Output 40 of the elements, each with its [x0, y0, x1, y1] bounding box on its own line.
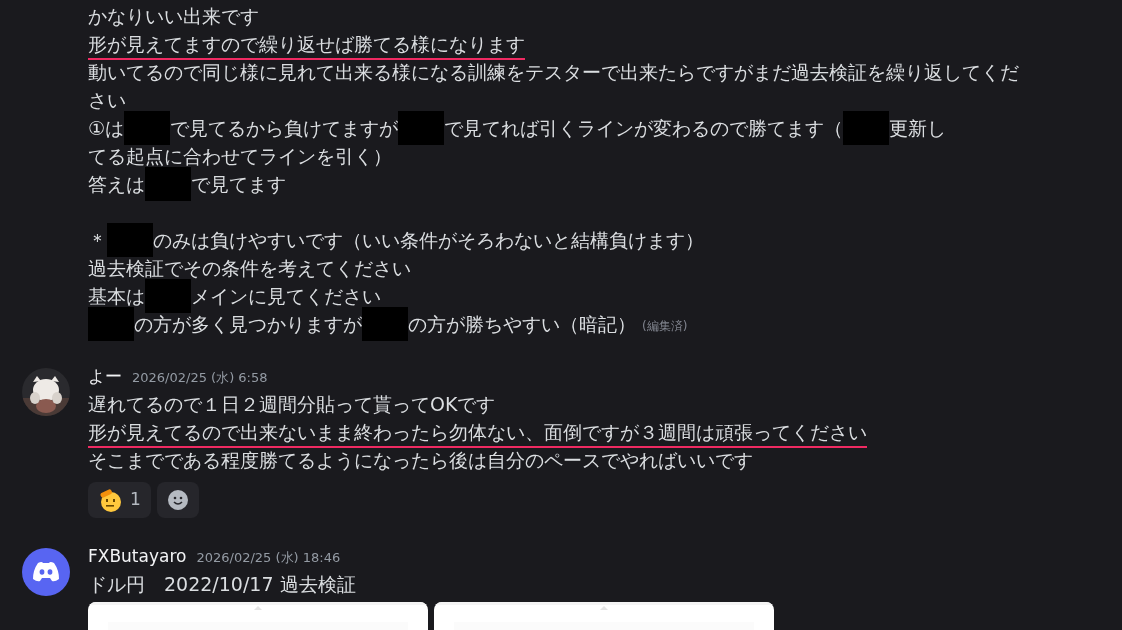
message-text: かなりいい出来です: [88, 3, 259, 29]
redaction-box: [145, 279, 191, 313]
message-text: 形が見えてるので出来ないまま終わったら勿体ない、面倒ですが３週間は頑張ってください: [88, 419, 867, 445]
timestamp: 2026/02/25 (水) 6:58: [132, 369, 268, 387]
message-text: のみは負けやすいです（いい条件がそろわないと結構負けます）: [153, 227, 704, 253]
add-reaction-button[interactable]: [156, 482, 199, 518]
message-text: で見てれば引くラインが変わるので勝てます（: [444, 115, 844, 141]
message-text: 動いてるので同じ様に見れて出来る様になる訓練をテスターで出来たらですがまだ過去検証を繰り返してくだ: [88, 59, 1019, 85]
message-text: 答えは: [88, 171, 145, 197]
message-text: 過去検証でその条件を考えてください: [88, 255, 411, 281]
message-text: ①は: [88, 115, 125, 141]
redaction-box: [398, 111, 445, 145]
redaction-box: [362, 307, 408, 341]
redaction-box: [843, 111, 890, 145]
message-text: 遅れてるので１日２週間分貼って貰ってOKです: [88, 391, 496, 417]
author-name[interactable]: FXButayaro: [88, 544, 187, 570]
message-text: の方が勝ちやすい（暗記）: [408, 311, 636, 337]
message-text: で見てるから負けてますが: [170, 115, 399, 141]
message-text: 基本は: [88, 283, 145, 309]
redaction-box: [145, 167, 191, 201]
message-text: メインに見てください: [191, 283, 381, 309]
message-text: さい: [88, 87, 126, 113]
game-controller-icon: [32, 561, 60, 583]
message-text: ドル円 2022/10/17 過去検証: [88, 571, 356, 597]
smiley-icon: [167, 490, 188, 510]
message-text: で見てます: [191, 171, 286, 197]
message-text: 形が見えてますので繰り返せば勝てる様になります: [88, 31, 525, 57]
message-text: 更新し: [889, 115, 947, 141]
message-text: てる起点に合わせてラインを引く）: [88, 143, 392, 169]
saluting-emoji-icon: [98, 488, 122, 512]
redaction-box: [107, 223, 153, 257]
author-name[interactable]: よー: [88, 364, 122, 390]
message-text: の方が多く見つかりますが: [134, 311, 362, 337]
reaction-button[interactable]: 1: [88, 482, 151, 518]
redaction-box: [88, 307, 134, 341]
timestamp: 2026/02/25 (水) 18:46: [196, 549, 341, 567]
message-text: ＊: [88, 227, 107, 253]
message-text: そこまでである程度勝てるようになったら後は自分のペースでやればいいです: [88, 447, 753, 473]
edited-label: (編集済): [642, 318, 688, 335]
redaction-box: [124, 111, 171, 145]
